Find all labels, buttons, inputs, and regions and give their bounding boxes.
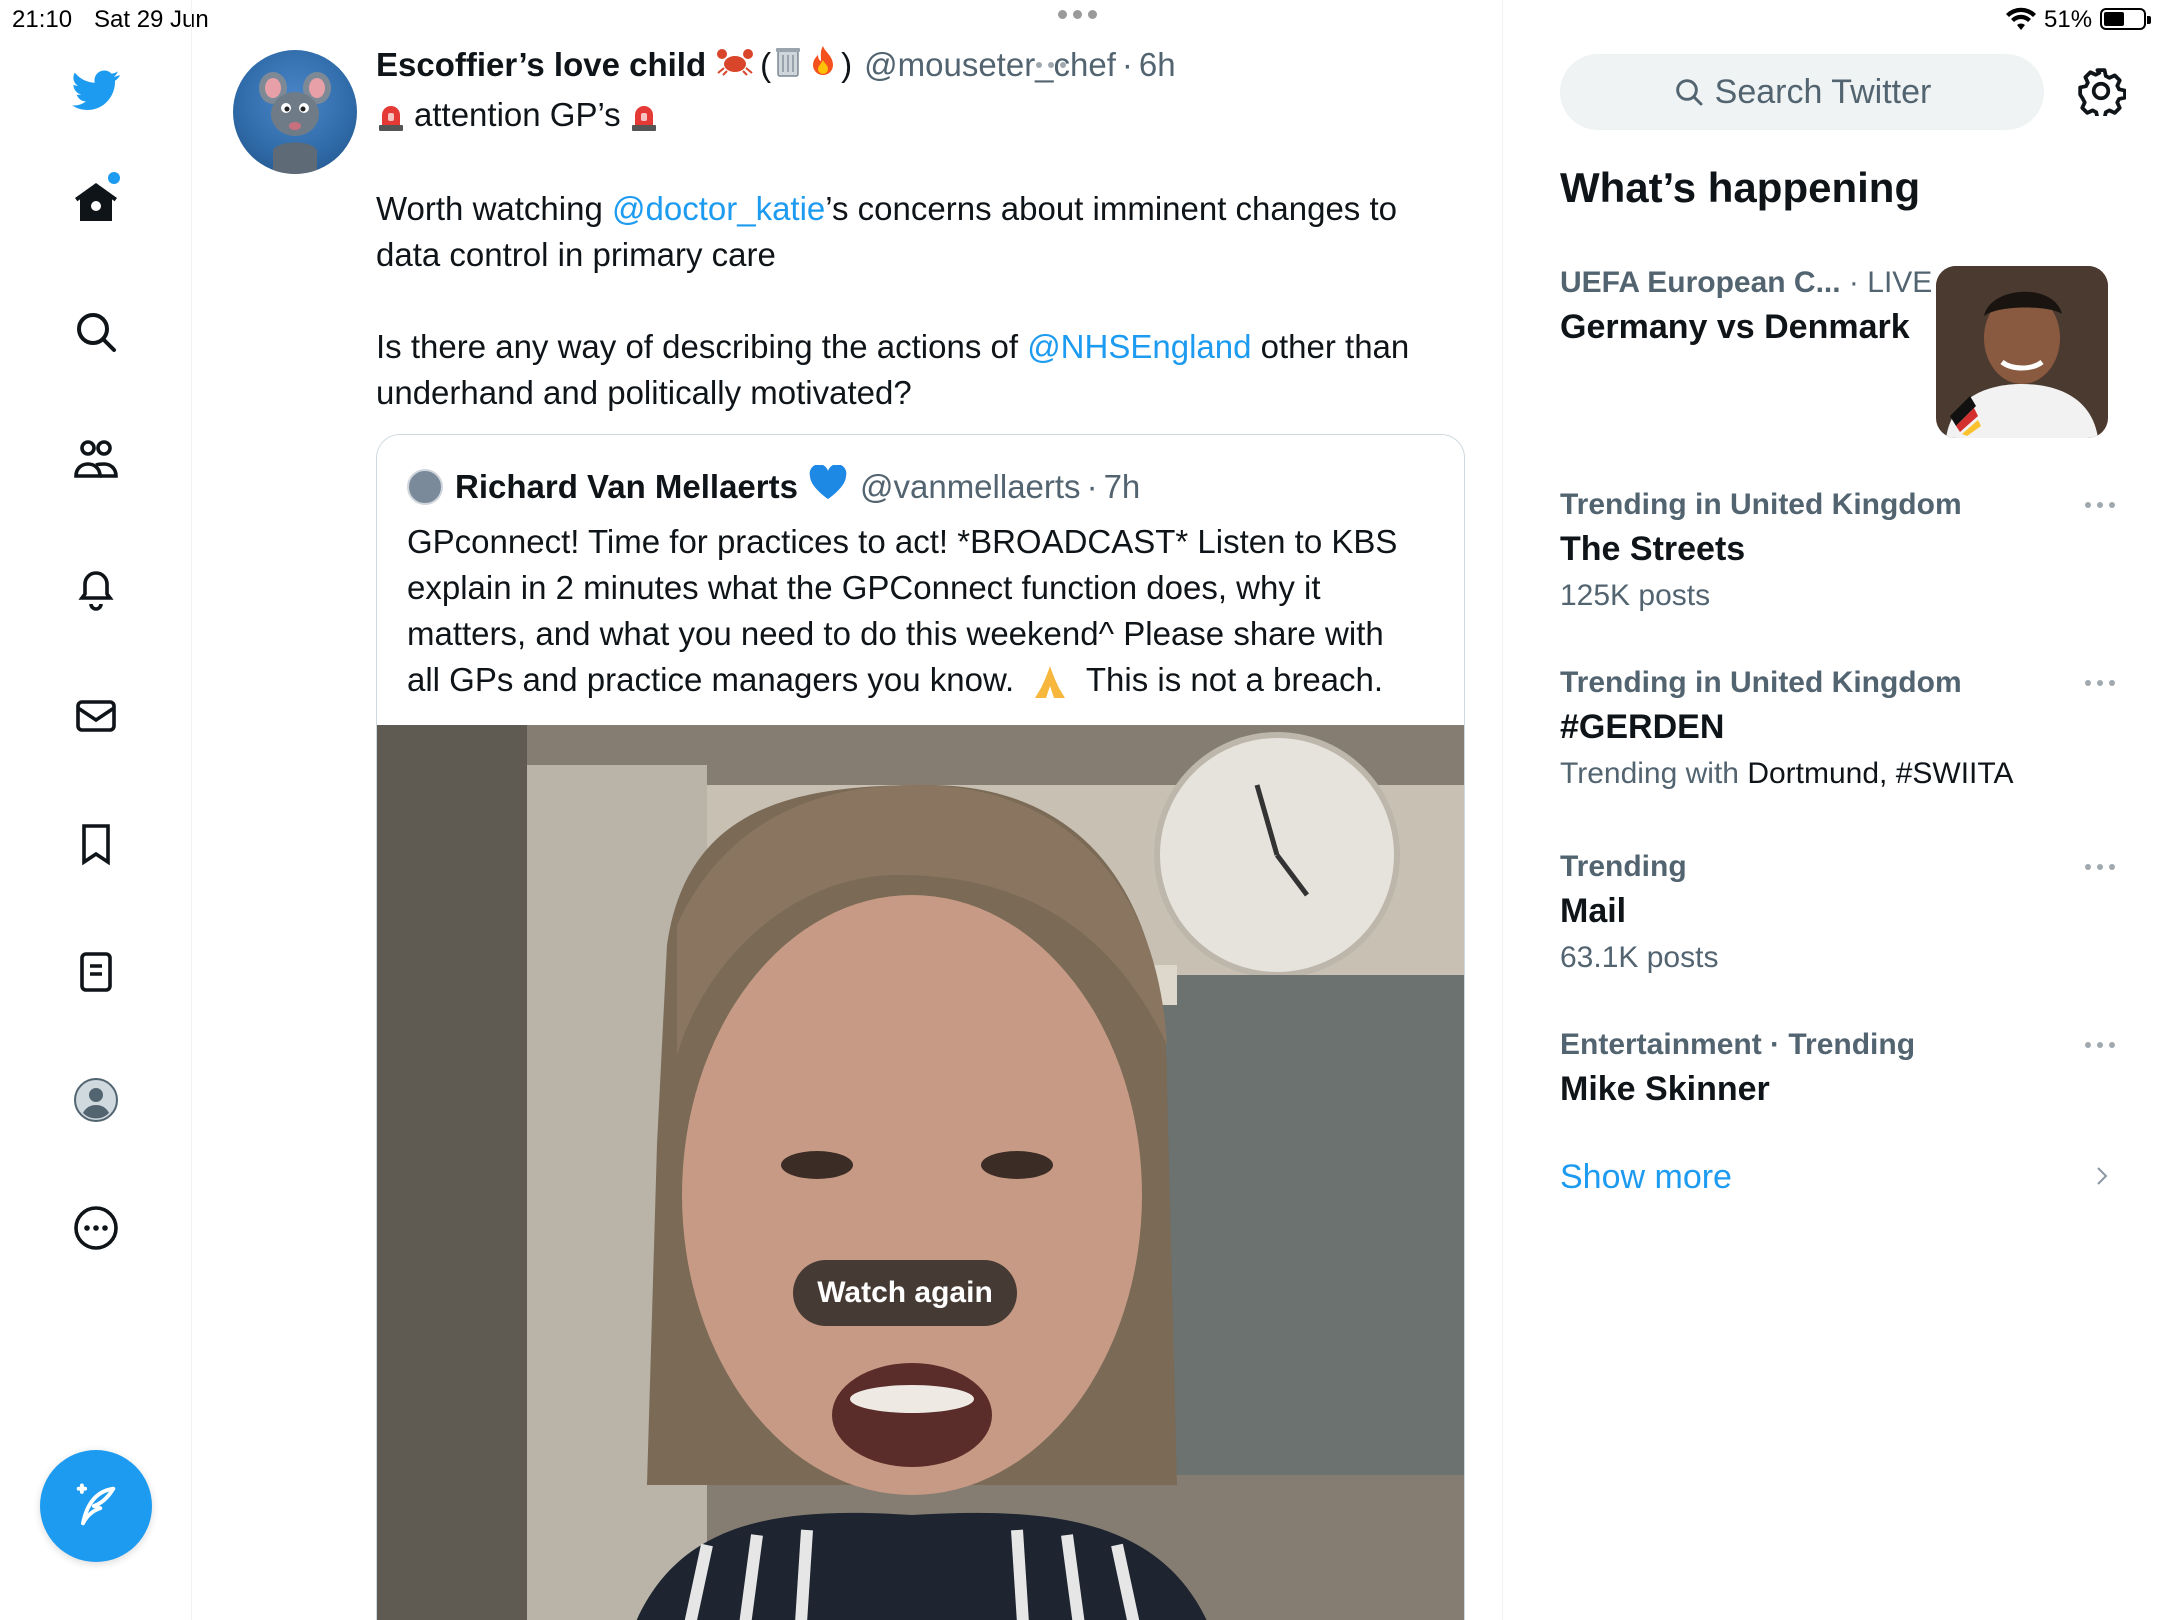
trend-context: UEFA European C...: [1560, 266, 1841, 299]
trend-more-icon[interactable]: [2085, 1042, 2115, 1048]
tweet-time[interactable]: 6h: [1139, 46, 1176, 84]
siren-emoji-icon: [379, 106, 403, 132]
trend-context: Entertainment · Trending: [1560, 1028, 1916, 1061]
trend-thumbnail-image[interactable]: [1936, 266, 2108, 438]
notifications-bell-icon[interactable]: [66, 558, 126, 618]
show-more-link[interactable]: Show more: [1560, 1158, 1732, 1197]
left-nav: [0, 0, 192, 1620]
mention-nhsengland[interactable]: @NHSEngland: [1027, 328, 1251, 365]
quote-line-4: all GPs and practice managers you know. …: [407, 657, 1383, 703]
separator-dot: ·: [1086, 468, 1098, 505]
paren-open: (: [760, 46, 772, 83]
tweet-text: Worth watching: [376, 190, 612, 227]
author-handle[interactable]: @mouseter_chef: [864, 46, 1116, 84]
trend-title: Mike Skinner: [1560, 1070, 1770, 1108]
quote-text: This is not a breach.: [1077, 661, 1384, 698]
more-options-icon[interactable]: [66, 1198, 126, 1258]
siren-emoji-icon: [631, 106, 656, 132]
quote-author-name[interactable]: Richard Van Mellaerts: [455, 468, 798, 506]
home-notification-dot: [108, 172, 120, 184]
quote-line-2: explain in 2 minutes what the GPConnect …: [407, 569, 1321, 606]
tweet-text: Is there any way of describing the actio…: [376, 328, 1028, 365]
tweet-line-2: Worth watching @doctor_katie’s concerns …: [376, 186, 1397, 232]
trend-title: #GERDEN: [1560, 708, 1725, 746]
timeline: Escoffier’s love child ( ) @mouseter_che…: [193, 0, 1503, 1620]
trend-subtext: Trending with Dortmund, #SWIITA: [1560, 757, 2120, 791]
trend-related-topics: Dortmund, #SWIITA: [1747, 757, 2014, 790]
watch-again-button[interactable]: Watch again: [793, 1260, 1017, 1326]
live-badge: LIVE: [1867, 266, 1933, 299]
twitter-logo-icon[interactable]: [66, 60, 126, 120]
trend-item[interactable]: Trending in United Kingdom #GERDEN Trend…: [1560, 666, 2120, 791]
trend-posts-count: 125K posts: [1560, 579, 1711, 612]
lists-icon[interactable]: [66, 942, 126, 1002]
compose-tweet-button[interactable]: [40, 1450, 152, 1562]
tweet-line-4: Is there any way of describing the actio…: [376, 324, 1409, 370]
quote-time[interactable]: 7h: [1104, 468, 1141, 506]
tweet-line-3: data control in primary care: [376, 236, 776, 273]
right-sidebar: Search Twitter What’s happening UEFA Eur…: [1504, 0, 2160, 1620]
quote-line-1: GPconnect! Time for practices to act! *B…: [407, 523, 1398, 560]
trend-context: Trending in United Kingdom: [1560, 488, 1962, 521]
separator-dot: ·: [1121, 46, 1133, 83]
whats-happening-title: What’s happening: [1560, 164, 1921, 211]
search-icon[interactable]: [66, 302, 126, 362]
trend-context: Trending: [1560, 850, 1687, 883]
tweet-text: ’s concerns about imminent changes to: [825, 190, 1397, 227]
video-frame-image: [377, 725, 1464, 1620]
trend-more-icon[interactable]: [2085, 864, 2115, 870]
trash-emoji-icon: [773, 44, 803, 86]
search-icon: [1675, 79, 1703, 106]
messages-mail-icon[interactable]: [66, 686, 126, 746]
compose-feather-icon: [76, 1483, 116, 1526]
trend-posts-count: 63.1K posts: [1560, 941, 1719, 974]
search-input[interactable]: Search Twitter: [1560, 54, 2044, 130]
tweet-text-attention: attention GP’s: [414, 96, 621, 133]
trend-item[interactable]: Trending Mail 63.1K posts: [1560, 850, 2120, 975]
search-placeholder: Search Twitter: [1714, 72, 1932, 111]
chevron-right-icon: [2097, 1167, 2108, 1185]
tweet-line-5: underhand and politically motivated?: [376, 374, 912, 411]
quote-text: all GPs and practice managers you know.: [407, 661, 1015, 698]
author-name[interactable]: Escoffier’s love child: [376, 46, 706, 84]
quote-tweet[interactable]: Richard Van Mellaerts @vanmellaerts · 7h…: [376, 434, 1465, 1620]
fire-emoji-icon: [809, 44, 837, 86]
quote-author-avatar[interactable]: [407, 469, 443, 505]
trend-item[interactable]: Entertainment · Trending Mike Skinner: [1560, 1028, 2120, 1109]
trend-title: The Streets: [1560, 530, 1746, 568]
communities-icon[interactable]: [66, 430, 126, 490]
blue-heart-emoji-icon: [808, 464, 848, 509]
folded-hands-emoji-icon: [1035, 666, 1066, 699]
crab-emoji-icon: [716, 46, 754, 84]
trend-subtext-label: Trending with: [1560, 757, 1748, 790]
video-player[interactable]: Watch again: [377, 725, 1464, 1620]
paren-close: ): [841, 46, 853, 83]
trend-item[interactable]: Trending in United Kingdom The Streets 1…: [1560, 488, 2120, 613]
profile-avatar-icon[interactable]: [66, 1070, 126, 1130]
settings-gear-icon[interactable]: [2076, 66, 2126, 116]
tweet-text: other than: [1251, 328, 1410, 365]
quote-header: Richard Van Mellaerts @vanmellaerts · 7h: [407, 464, 1141, 509]
trend-title: Mail: [1560, 892, 1627, 930]
mention-doctor-katie[interactable]: @doctor_katie: [612, 190, 825, 227]
author-avatar[interactable]: [233, 50, 357, 174]
tweet-more-icon[interactable]: [1036, 62, 1066, 68]
quote-author-handle[interactable]: @vanmellaerts: [860, 468, 1081, 506]
quote-line-3: matters, and what you need to do this we…: [407, 615, 1384, 652]
trend-context: Trending in United Kingdom: [1560, 666, 1962, 699]
bookmark-icon[interactable]: [66, 814, 126, 874]
trend-more-icon[interactable]: [2085, 502, 2115, 508]
trend-more-icon[interactable]: [2085, 680, 2115, 686]
tweet-line-1: attention GP’s: [376, 92, 667, 138]
